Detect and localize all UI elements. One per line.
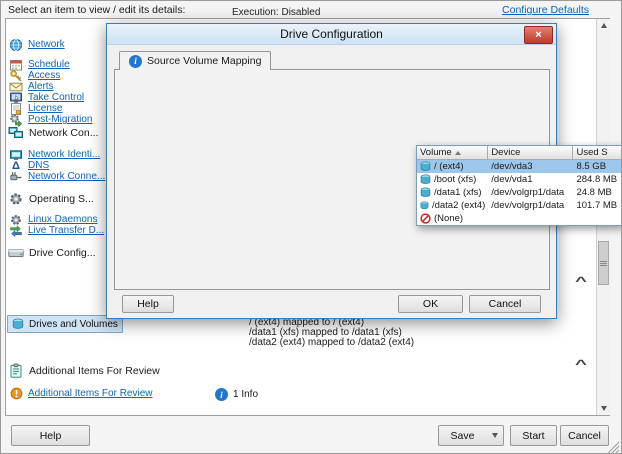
none-icon bbox=[420, 213, 431, 224]
option-volume: / (ext4) bbox=[434, 161, 464, 172]
scrollbar-thumb[interactable] bbox=[598, 241, 609, 285]
save-button[interactable]: Save bbox=[438, 425, 487, 446]
sidebar-section-label: Network Con... bbox=[29, 127, 98, 139]
info-badge-label: 1 Info bbox=[233, 389, 258, 400]
sidebar-item-label: Additional Items For Review bbox=[28, 388, 153, 399]
configure-defaults-link[interactable]: Configure Defaults bbox=[502, 4, 589, 16]
dialog-cancel-button[interactable]: Cancel bbox=[469, 295, 541, 313]
option-device bbox=[488, 212, 573, 225]
sidebar-item-network-connections[interactable]: Network Conne... bbox=[9, 169, 105, 184]
sidebar-section-label: Drive Config... bbox=[29, 247, 96, 259]
close-button[interactable]: × bbox=[524, 26, 553, 44]
dialog-help-button[interactable]: Help bbox=[122, 295, 174, 313]
help-button[interactable]: Help bbox=[11, 425, 90, 446]
info-badge: i 1 Info bbox=[215, 387, 258, 402]
ok-button[interactable]: OK bbox=[398, 295, 463, 313]
option-used: 24.8 MB bbox=[573, 186, 622, 199]
sidebar-section-network-configuration: Network Con... bbox=[8, 124, 98, 141]
sidebar-item-network[interactable]: Network bbox=[9, 37, 65, 52]
close-icon: × bbox=[535, 29, 541, 41]
dialog-title: Drive Configuration bbox=[107, 24, 556, 45]
option-device: /dev/vda1 bbox=[488, 173, 573, 186]
option-used: 101.7 MB bbox=[573, 199, 622, 212]
down-arrow-icon bbox=[601, 406, 607, 411]
scroll-up-button[interactable] bbox=[597, 19, 610, 32]
dropdown-header-row: Volume Device Used S bbox=[417, 146, 622, 160]
volume-disk-icon bbox=[420, 174, 431, 185]
sidebar-section-drive-configuration: Drive Config... bbox=[8, 244, 96, 261]
tab-source-volume-mapping[interactable]: i Source Volume Mapping bbox=[119, 51, 271, 70]
sidebar-section-label: Operating S... bbox=[29, 193, 94, 205]
plug-icon bbox=[9, 170, 23, 184]
dropdown-column-device[interactable]: Device bbox=[488, 146, 573, 160]
info-icon: i bbox=[129, 55, 142, 68]
option-device: /dev/volgrp1/data bbox=[488, 186, 573, 199]
execution-status: Execution: Disabled bbox=[232, 7, 320, 18]
info-icon: i bbox=[215, 388, 228, 401]
dropdown-option[interactable]: / (ext4) /dev/vda3 8.5 GB bbox=[417, 160, 622, 173]
up-arrow-icon bbox=[601, 23, 607, 28]
option-volume: (None) bbox=[434, 213, 463, 224]
sidebar-item-label: Drives and Volumes bbox=[29, 319, 118, 330]
select-item-label: Select an item to view / edit its detail… bbox=[8, 4, 185, 16]
collapse-chevron-icon[interactable]: ^ bbox=[566, 359, 597, 371]
sidebar-item-label: Network bbox=[28, 39, 65, 50]
transfer-arrows-icon bbox=[9, 224, 23, 238]
start-button[interactable]: Start bbox=[510, 425, 557, 446]
dropdown-option[interactable]: /data2 (ext4) /dev/volgrp1/data 101.7 MB bbox=[417, 199, 622, 212]
resize-grip[interactable] bbox=[607, 441, 621, 453]
dropdown-column-used-space[interactable]: Used S bbox=[573, 146, 622, 160]
cancel-button[interactable]: Cancel bbox=[560, 425, 609, 446]
sidebar-item-live-transfer[interactable]: Live Transfer D... bbox=[9, 223, 104, 238]
application-window: Select an item to view / edit its detail… bbox=[0, 0, 622, 454]
disk-drive-icon bbox=[8, 245, 24, 261]
sidebar-section-label: Additional Items For Review bbox=[29, 365, 160, 377]
option-used bbox=[573, 212, 622, 225]
volume-disk-icon bbox=[420, 161, 431, 172]
mapped-to-dropdown-list: Volume Device Used S / (ext4) /dev/vda3 … bbox=[416, 145, 622, 226]
option-volume: /boot (xfs) bbox=[434, 174, 476, 185]
option-volume: /data2 (ext4) bbox=[432, 200, 485, 211]
option-used: 8.5 GB bbox=[573, 160, 622, 173]
collapse-chevron-icon[interactable]: ^ bbox=[566, 276, 597, 288]
scroll-down-button[interactable] bbox=[597, 402, 610, 415]
option-used: 284.8 MB bbox=[573, 173, 622, 186]
clipboard-icon bbox=[8, 363, 24, 379]
option-device: /dev/volgrp1/data bbox=[488, 199, 573, 212]
volume-disk-icon bbox=[12, 318, 24, 330]
alert-orange-icon bbox=[10, 387, 23, 400]
dropdown-column-volume[interactable]: Volume bbox=[417, 146, 488, 160]
dropdown-option[interactable]: /data1 (xfs) /dev/volgrp1/data 24.8 MB bbox=[417, 186, 622, 199]
volume-disk-icon bbox=[420, 200, 429, 211]
globe-icon bbox=[9, 38, 23, 52]
sidebar-section-additional-items: Additional Items For Review bbox=[8, 362, 160, 379]
save-dropdown-button[interactable] bbox=[486, 425, 504, 446]
dropdown-arrow-icon bbox=[492, 433, 498, 438]
gear-icon bbox=[8, 191, 24, 207]
option-volume: /data1 (xfs) bbox=[434, 187, 482, 198]
mapped-line: /data2 (ext4) mapped to /data2 (ext4) bbox=[249, 337, 414, 348]
dropdown-option-none[interactable]: (None) bbox=[417, 212, 622, 225]
network-computers-icon bbox=[8, 125, 24, 141]
tab-label: Source Volume Mapping bbox=[147, 55, 261, 67]
option-device: /dev/vda3 bbox=[488, 160, 573, 173]
sidebar-item-label: Live Transfer D... bbox=[28, 225, 104, 236]
dropdown-option[interactable]: /boot (xfs) /dev/vda1 284.8 MB bbox=[417, 173, 622, 186]
volume-disk-icon bbox=[420, 187, 431, 198]
sort-ascending-icon bbox=[455, 151, 461, 155]
sidebar-section-operating-system: Operating S... bbox=[8, 190, 94, 207]
sidebar-item-additional-items[interactable]: Additional Items For Review bbox=[10, 386, 153, 401]
sidebar-item-label: Network Conne... bbox=[28, 171, 105, 182]
